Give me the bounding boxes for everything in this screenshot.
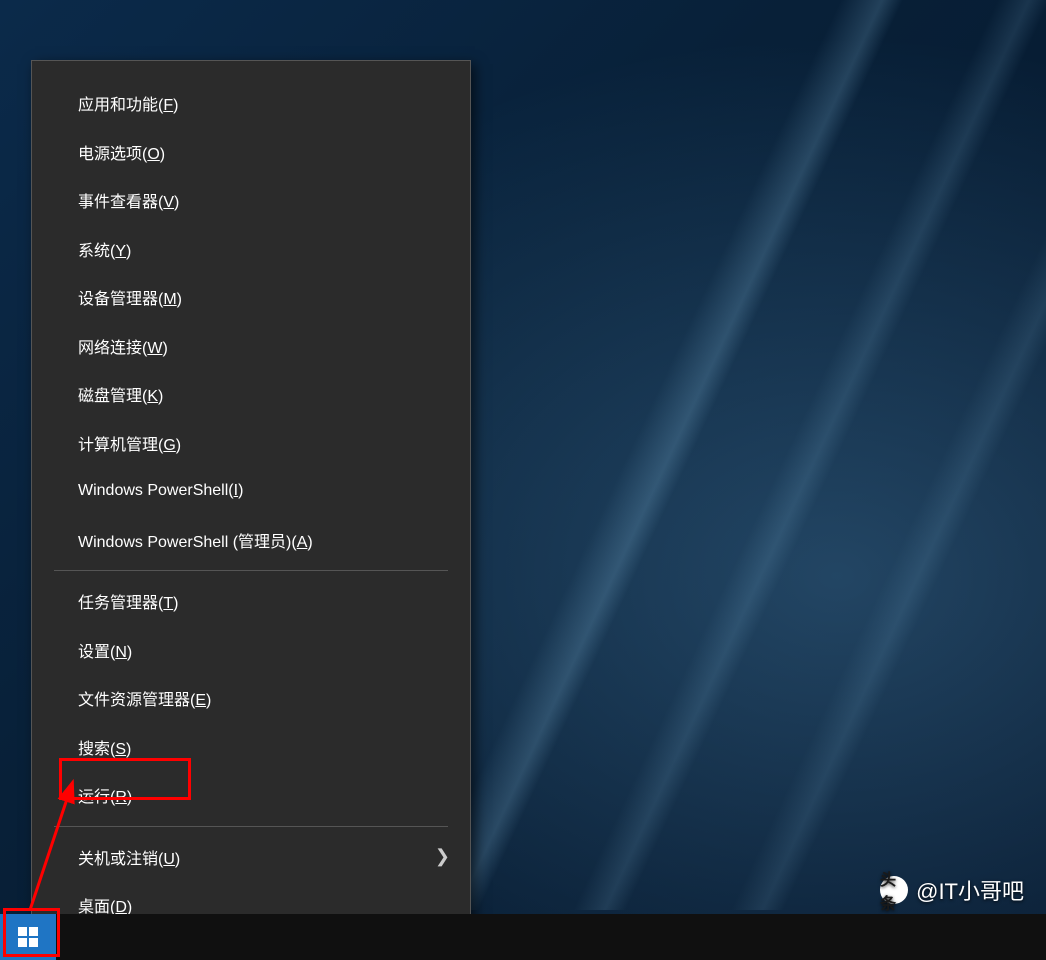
menu-item[interactable]: 文件资源管理器(E)	[32, 674, 470, 723]
menu-item-label: 网络连接(W)	[78, 334, 168, 358]
menu-item[interactable]: 事件查看器(V)	[32, 176, 470, 225]
taskbar[interactable]	[0, 914, 1046, 960]
menu-item[interactable]: 设备管理器(M)	[32, 273, 470, 322]
chevron-right-icon: ❯	[435, 846, 450, 867]
menu-item-label: 应用和功能(F)	[78, 91, 178, 115]
watermark-text: @IT小哥吧	[916, 874, 1024, 906]
menu-item-label: 计算机管理(G)	[78, 431, 181, 455]
menu-item-label: 系统(Y)	[78, 237, 131, 261]
annotation-highlight-start	[3, 908, 60, 957]
menu-item-label: 搜索(S)	[78, 735, 131, 759]
menu-item[interactable]: 设置(N)	[32, 626, 470, 675]
annotation-highlight-run	[59, 758, 191, 800]
menu-item-label: 设备管理器(M)	[78, 285, 182, 309]
menu-item-label: 关机或注销(U)	[78, 845, 180, 869]
toutiao-icon: 头条	[880, 876, 908, 904]
menu-item-label: Windows PowerShell (管理员)(A)	[78, 528, 313, 552]
menu-item-label: 任务管理器(T)	[78, 589, 178, 613]
menu-item-label: 事件查看器(V)	[78, 188, 179, 212]
menu-item-label: 磁盘管理(K)	[78, 382, 163, 406]
menu-item-label: 电源选项(O)	[78, 140, 165, 164]
menu-item[interactable]: 关机或注销(U) ❯	[32, 833, 470, 882]
menu-item[interactable]: 计算机管理(G)	[32, 419, 470, 468]
menu-item[interactable]: 任务管理器(T)	[32, 577, 470, 626]
menu-item-label: Windows PowerShell(I)	[78, 482, 243, 500]
menu-item-label: 文件资源管理器(E)	[78, 686, 211, 710]
menu-item[interactable]: 系统(Y)	[32, 225, 470, 274]
menu-item[interactable]: 网络连接(W)	[32, 322, 470, 371]
menu-item[interactable]: Windows PowerShell (管理员)(A)	[32, 516, 470, 565]
desktop: 回收站 InternetExplorer 应用和功能(F)电源选项(O)事件查看…	[0, 0, 1046, 960]
winx-context-menu[interactable]: 应用和功能(F) 电源选项(O) 事件查看器(V) 系统(Y) 设备管理器(M) 网络连接…	[31, 60, 471, 947]
menu-separator	[54, 570, 448, 571]
menu-item[interactable]: 电源选项(O)	[32, 128, 470, 177]
menu-separator	[54, 826, 448, 827]
menu-item[interactable]: 磁盘管理(K)	[32, 370, 470, 419]
menu-item[interactable]: 应用和功能(F)	[32, 79, 470, 128]
menu-item-label: 设置(N)	[78, 638, 132, 662]
watermark: 头条 @IT小哥吧	[880, 874, 1024, 906]
menu-item[interactable]: Windows PowerShell(I)	[32, 467, 470, 516]
